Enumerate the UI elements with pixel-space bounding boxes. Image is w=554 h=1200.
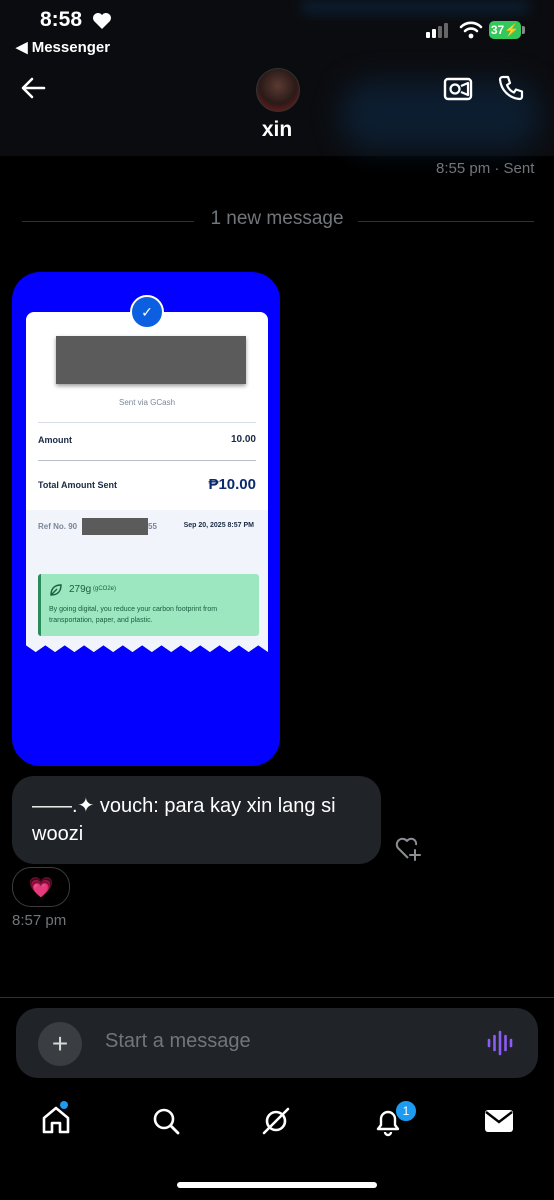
receipt-date: Sep 20, 2025 8:57 PM: [183, 522, 254, 529]
message-time: 8:57 pm: [12, 912, 67, 929]
message-composer: + Start a message: [16, 1008, 538, 1078]
divider: [38, 422, 256, 423]
search-icon[interactable]: [150, 1105, 182, 1137]
home-indicator[interactable]: [177, 1182, 377, 1188]
carbon-unit: (gCO2e): [93, 586, 117, 592]
composer-divider: [0, 997, 554, 998]
blurred-region: [300, 0, 530, 14]
total-label: Total Amount Sent: [38, 480, 117, 490]
redacted-box: [56, 336, 246, 384]
status-time: 8:58: [40, 8, 83, 31]
message-input[interactable]: Start a message: [105, 1030, 251, 1053]
carbon-footprint-card: 279g (gCO2e) By going digital, you reduc…: [38, 574, 259, 636]
new-content-dot: [60, 1101, 68, 1109]
redacted-box: [82, 518, 148, 535]
home-icon[interactable]: [40, 1104, 72, 1136]
contact-name[interactable]: xin: [0, 118, 554, 142]
grok-icon[interactable]: [260, 1105, 292, 1137]
plus-icon[interactable]: +: [38, 1022, 82, 1066]
signal-icon: [426, 23, 448, 38]
total-value: ₱10.00: [208, 476, 256, 493]
battery-tip: [522, 26, 525, 34]
ref-prefix: Ref No. 90: [38, 522, 78, 531]
carbon-text: By going digital, you reduce your carbon…: [49, 606, 218, 624]
sent-via-label: Sent via GCash: [118, 398, 176, 407]
new-message-divider: 1 new message: [210, 208, 344, 229]
phone-icon[interactable]: [497, 74, 525, 102]
gcash-receipt: Sent via GCash Amount 10.00 Total Amount…: [26, 312, 268, 652]
back-arrow-icon[interactable]: [20, 76, 46, 100]
wifi-icon: [459, 21, 483, 39]
voice-icon[interactable]: [486, 1030, 514, 1056]
back-to-app[interactable]: ◀ Messenger: [16, 38, 110, 56]
amount-label: Amount: [38, 435, 72, 445]
amount-value: 10.00: [230, 434, 256, 445]
notifications-badge: 1: [395, 1100, 417, 1122]
heart-plus-icon[interactable]: [394, 834, 424, 864]
divider: [38, 460, 256, 461]
ref-suffix: 55: [148, 522, 157, 531]
avatar[interactable]: [256, 68, 300, 112]
video-call-icon[interactable]: [443, 74, 473, 102]
image-message[interactable]: Sent via GCash Amount 10.00 Total Amount…: [12, 272, 280, 766]
heart-icon: [93, 13, 111, 29]
carbon-value: 279g: [69, 584, 92, 595]
leaf-icon: [50, 584, 62, 596]
mail-icon[interactable]: [483, 1106, 515, 1136]
sent-status: 8:55 pm · Sent: [436, 160, 535, 177]
text-message[interactable]: ——.✦ vouch: para kay xin lang si woozi: [12, 776, 381, 864]
battery-indicator: 37 ⚡: [489, 21, 521, 39]
reaction-badge[interactable]: 💗: [12, 867, 70, 907]
check-icon: ✓: [130, 295, 164, 329]
